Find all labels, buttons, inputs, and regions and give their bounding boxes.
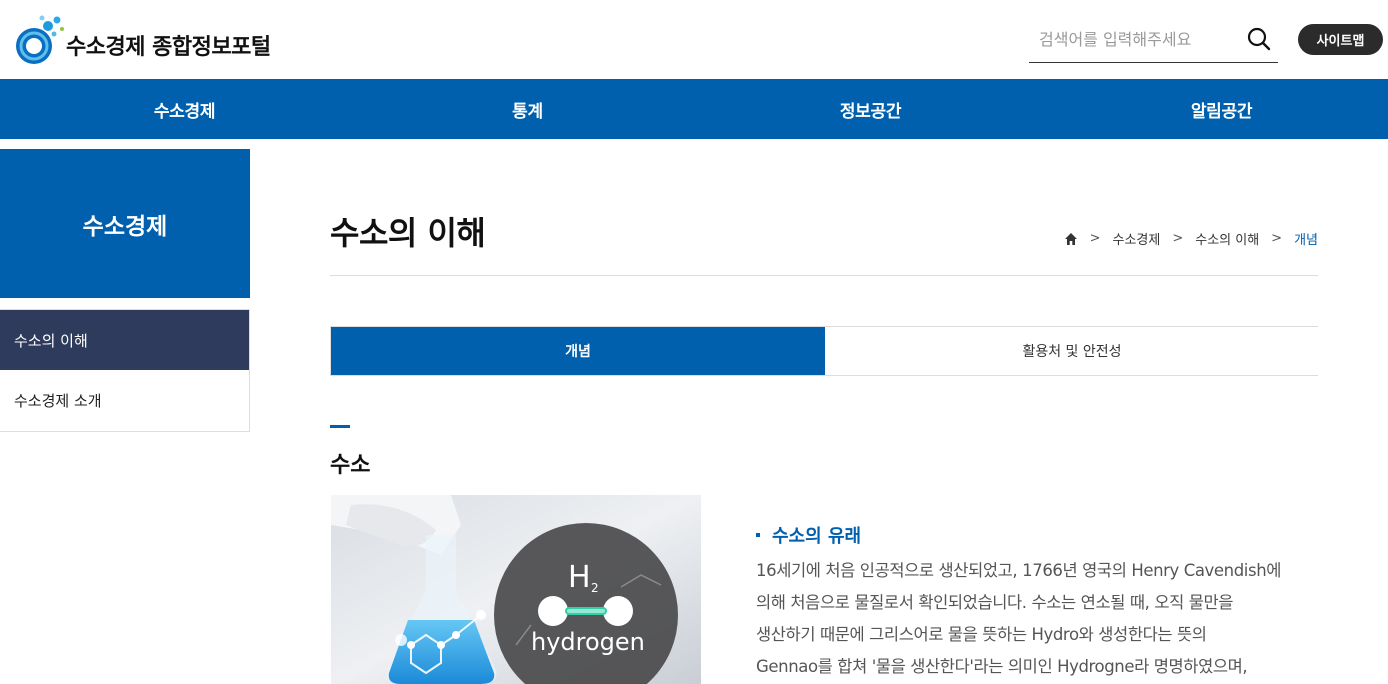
section-accent-bar xyxy=(330,425,350,428)
subsection-title-text: 수소의 유래 xyxy=(772,526,862,547)
hydrogen-word: hydrogen xyxy=(531,628,645,656)
section-title: 수소 xyxy=(330,453,371,478)
breadcrumb-item[interactable]: 수소의 이해 xyxy=(1195,229,1259,248)
breadcrumb-item[interactable]: 수소경제 xyxy=(1112,229,1160,248)
site-header: 수소경제 종합정보포털 사이트맵 xyxy=(0,0,1388,79)
search-icon[interactable] xyxy=(1246,26,1272,52)
tab-concept[interactable]: 개념 xyxy=(331,327,825,375)
sidebar-title: 수소경제 xyxy=(0,149,250,298)
breadcrumb-current: 개념 xyxy=(1294,233,1318,248)
site-logo[interactable]: 수소경제 종합정보포털 xyxy=(12,12,271,68)
gnb-item-info-space[interactable]: 정보공간 xyxy=(686,79,1055,139)
body-line: 생산하기 때문에 그리스어로 물을 뜻하는 Hydro와 생성한다는 뜻의 xyxy=(756,625,1207,644)
content-tabs: 개념 활용처 및 안전성 xyxy=(330,326,1319,376)
sidebar-item-economy-intro[interactable]: 수소경제 소개 xyxy=(0,370,249,431)
gnb-item-statistics[interactable]: 통계 xyxy=(369,79,686,139)
body-line: Gennao를 합쳐 '물을 생산한다'라는 의미인 Hydrogne라 명명하… xyxy=(756,657,1248,676)
tab-usage-safety[interactable]: 활용처 및 안전성 xyxy=(825,327,1319,375)
page-title: 수소의 이해 xyxy=(330,214,486,252)
sidebar-menu: 수소의 이해 수소경제 소개 xyxy=(0,309,250,432)
title-divider xyxy=(330,275,1318,276)
logo-icon xyxy=(16,15,64,64)
sitemap-button[interactable]: 사이트맵 xyxy=(1298,24,1383,55)
gnb-item-hydrogen-economy[interactable]: 수소경제 xyxy=(0,79,369,139)
chevron-right-icon: > xyxy=(1089,231,1101,246)
breadcrumb: > 수소경제 > 수소의 이해 > 개념 xyxy=(1064,229,1318,248)
main-navigation: 수소경제 통계 정보공간 알림공간 xyxy=(0,79,1388,139)
hydrogen-illustration: H 2 hydrogen xyxy=(331,495,701,684)
subsection-title: 수소의 유래 xyxy=(756,522,861,548)
gnb-item-notice-space[interactable]: 알림공간 xyxy=(1055,79,1388,139)
sidebar-item-understanding-hydrogen[interactable]: 수소의 이해 xyxy=(0,310,249,370)
bullet-icon xyxy=(756,533,760,537)
search-box xyxy=(1029,20,1278,63)
search-input[interactable] xyxy=(1029,20,1229,58)
logo-text: 수소경제 종합정보포털 xyxy=(66,35,271,60)
body-paragraph: 16세기에 처음 인공적으로 생산되었고, 1766년 영국의 Henry Ca… xyxy=(756,555,1331,683)
body-line: 16세기에 처음 인공적으로 생산되었고, 1766년 영국의 Henry Ca… xyxy=(756,561,1282,580)
body-line: 의해 처음으로 물질로서 확인되었습니다. 수소는 연소될 때, 오직 물만을 xyxy=(756,593,1234,612)
chevron-right-icon: > xyxy=(1271,231,1283,246)
formula-subscript: 2 xyxy=(591,581,599,595)
home-icon[interactable] xyxy=(1064,232,1078,246)
chevron-right-icon: > xyxy=(1172,231,1184,246)
formula-text: H xyxy=(568,560,591,595)
